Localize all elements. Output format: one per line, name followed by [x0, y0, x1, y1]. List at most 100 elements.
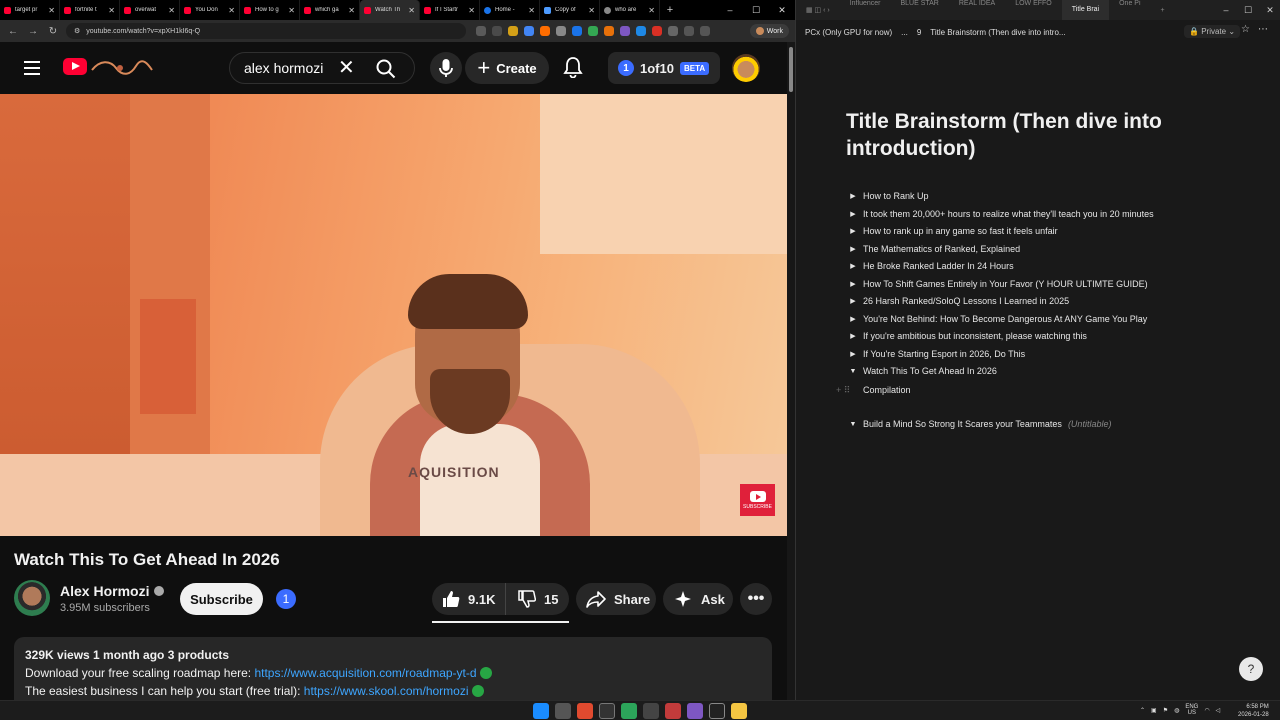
breadcrumb-item[interactable]: ...	[901, 28, 908, 37]
scrollbar-thumb[interactable]	[789, 47, 793, 92]
chrome-profile-icon[interactable]	[621, 703, 637, 719]
browser-tab[interactable]: fortnite t ✕	[60, 0, 120, 20]
close-tab-icon[interactable]: ✕	[288, 6, 295, 15]
create-button[interactable]: + Create	[465, 52, 549, 84]
channel-name[interactable]: Alex Hormozi	[60, 583, 149, 599]
description-link[interactable]: https://www.acquisition.com/roadmap-yt-d	[254, 666, 476, 680]
more-actions-button[interactable]: •••	[740, 583, 772, 615]
close-tab-icon[interactable]: ✕	[48, 6, 55, 15]
toggle-block[interactable]: ▶ 26 Harsh Ranked/SoloQ Lessons I Learned…	[849, 296, 1069, 306]
tray-overflow-icon[interactable]: ⌃	[1140, 707, 1145, 714]
chrome-alt-icon[interactable]	[687, 703, 703, 719]
help-button[interactable]: ?	[1239, 657, 1263, 681]
share-button[interactable]: Share	[576, 583, 656, 615]
bookmark-star-icon[interactable]	[508, 26, 518, 36]
browser-tab[interactable]: Title Brai	[1061, 0, 1110, 20]
toggle-block[interactable]: ▶ If You're Starting Esport in 2026, Do T…	[849, 349, 1025, 359]
toggle-block[interactable]: ▶ How to Rank Up	[849, 191, 928, 201]
browser-tab[interactable]: who are ✕	[600, 0, 660, 20]
toggle-block[interactable]: ▶ He Broke Ranked Ladder In 24 Hours	[849, 261, 1013, 271]
search-input[interactable]: alex hormozi	[244, 60, 344, 76]
browser-tab[interactable]: One Pi	[1109, 0, 1150, 20]
channel-avatar[interactable]	[14, 580, 50, 616]
subscribe-watermark-button[interactable]: SUBSCRIBE	[740, 484, 775, 516]
browser-tab[interactable]: Home - ✕	[480, 0, 540, 20]
profile-button[interactable]: Work	[749, 24, 789, 38]
toggle-closed-arrow-icon[interactable]: ▶	[849, 262, 857, 270]
toggle-block[interactable]: ▶ The Mathematics of Ranked, Explained	[849, 244, 1020, 254]
minimize-icon[interactable]: –	[717, 0, 743, 20]
wifi-icon[interactable]: ◠	[1204, 707, 1209, 714]
breadcrumb-item[interactable]: Title Brainstorm (Then dive into intro..…	[930, 28, 1065, 37]
back-icon[interactable]: ←	[6, 26, 20, 37]
search-box[interactable]: alex hormozi ✕	[229, 52, 415, 84]
toggle-closed-arrow-icon[interactable]: ▶	[849, 192, 857, 200]
video-player[interactable]	[0, 94, 787, 536]
toggle-closed-arrow-icon[interactable]: ▶	[849, 332, 857, 340]
browser-tab[interactable]: overwat ✕	[120, 0, 180, 20]
like-button[interactable]: 9.1K	[432, 583, 506, 615]
new-tab-button[interactable]: +	[660, 4, 680, 16]
close-icon[interactable]: ✕	[769, 0, 795, 20]
notion-app-icon[interactable]	[599, 703, 615, 719]
close-tab-icon[interactable]: ✕	[648, 6, 655, 15]
browser-tab[interactable]: Watch Th ✕	[360, 0, 420, 20]
close-tab-icon[interactable]: ✕	[408, 6, 415, 15]
browser-tab[interactable]: LOW EFFO	[1005, 0, 1062, 20]
ask-button[interactable]: Ask	[663, 583, 733, 615]
browser-tab[interactable]: Influencer	[840, 0, 891, 20]
toggle-closed-arrow-icon[interactable]: ▶	[849, 315, 857, 323]
download-icon[interactable]	[684, 26, 694, 36]
clock[interactable]: 6:58 PM 2026-01-28	[1238, 703, 1269, 719]
extension-icon[interactable]	[604, 26, 614, 36]
toggle-child-item[interactable]: Compilation	[863, 385, 911, 395]
minimize-icon[interactable]: –	[1215, 5, 1237, 16]
close-tab-icon[interactable]: ✕	[348, 6, 355, 15]
browser-tab[interactable]: If I Startr ✕	[420, 0, 480, 20]
extension-icon[interactable]	[588, 26, 598, 36]
file-explorer-icon[interactable]	[731, 703, 747, 719]
zoom-icon[interactable]	[476, 26, 486, 36]
more-options-icon[interactable]: ⋯	[1258, 24, 1268, 35]
close-tab-icon[interactable]: ✕	[168, 6, 175, 15]
install-icon[interactable]	[492, 26, 502, 36]
browser-tab[interactable]: target pr ✕	[0, 0, 60, 20]
close-tab-icon[interactable]: ✕	[588, 6, 595, 15]
extension-icon[interactable]	[572, 26, 582, 36]
browser-tab[interactable]: How to g ✕	[240, 0, 300, 20]
extension-icon[interactable]	[652, 26, 662, 36]
app-icon[interactable]	[665, 703, 681, 719]
tray-app-icon[interactable]: ▣	[1151, 707, 1157, 714]
tray-mic-icon[interactable]: ◍	[1174, 707, 1179, 714]
toggle-block[interactable]: ▶ If you're ambitious but inconsistent, p…	[849, 331, 1087, 341]
extension-icon[interactable]	[524, 26, 534, 36]
extension-icon[interactable]	[556, 26, 566, 36]
language-indicator[interactable]: ENG US	[1185, 704, 1198, 716]
url-field[interactable]: ⚙ youtube.com/watch?v=xpXH1kI6q-Q	[66, 23, 466, 39]
chrome-icon[interactable]	[577, 703, 593, 719]
dislike-button[interactable]: 15	[506, 583, 569, 615]
toggle-block[interactable]: ▶ How To Shift Games Entirely in Your Fav…	[849, 279, 1147, 289]
description-link[interactable]: https://www.skool.com/hormozi	[304, 684, 469, 698]
favorite-star-icon[interactable]: ☆	[1241, 24, 1250, 35]
toggle-block[interactable]: ▼ Watch This To Get Ahead In 2026	[849, 366, 997, 376]
start-icon[interactable]	[533, 703, 549, 719]
toggle-closed-arrow-icon[interactable]: ▶	[849, 350, 857, 358]
account-avatar[interactable]	[732, 54, 760, 82]
search-icon[interactable]	[376, 59, 396, 79]
toggle-block[interactable]: ▶ How to rank up in any game so fast it f…	[849, 226, 1057, 236]
1of10-extension-button[interactable]: 1 1of10 BETA	[608, 52, 720, 84]
subscribe-button[interactable]: Subscribe	[180, 583, 263, 615]
toggle-closed-arrow-icon[interactable]: ▶	[849, 297, 857, 305]
browser-tab[interactable]: Copy of ✕	[540, 0, 600, 20]
channel-1of10-badge[interactable]: 1	[276, 589, 296, 609]
toggle-block[interactable]: ▶ It took them 20,000+ hours to realize w…	[849, 209, 1153, 219]
toggle-block[interactable]: ▼ Build a Mind So Strong It Scares your …	[849, 419, 1112, 429]
toggle-block[interactable]: ▶ You're Not Behind: How To Become Danger…	[849, 314, 1147, 324]
gamepad-icon[interactable]	[643, 703, 659, 719]
reload-icon[interactable]: ↻	[46, 26, 60, 37]
voice-search-button[interactable]	[430, 52, 462, 84]
browser-tab[interactable]: BLUE STAR	[890, 0, 948, 20]
forward-icon[interactable]: →	[26, 26, 40, 37]
close-icon[interactable]: ✕	[1259, 5, 1280, 16]
